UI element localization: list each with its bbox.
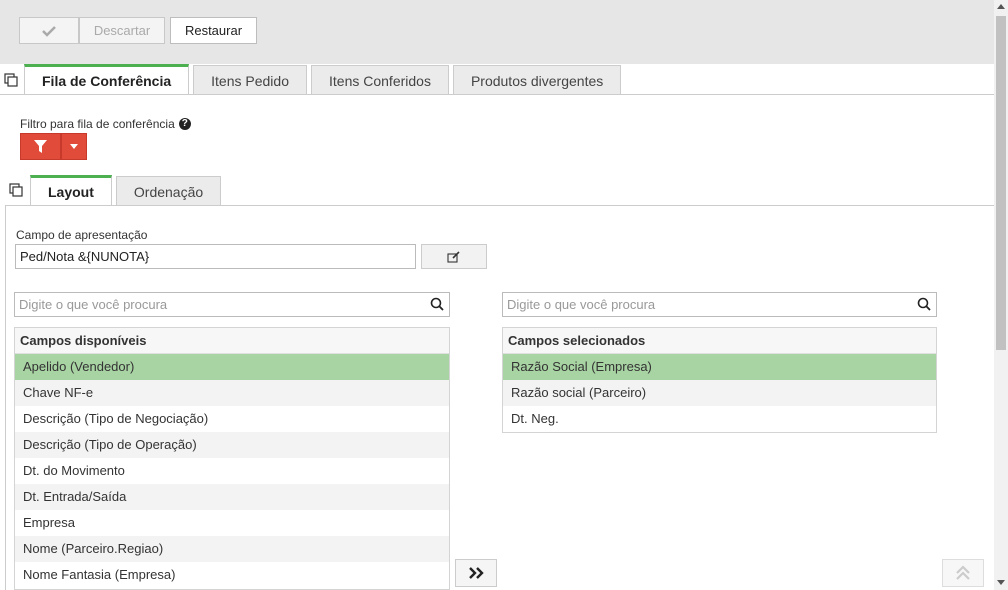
sub-tabs: Layout Ordenação (30, 175, 225, 206)
tab-layout[interactable]: Layout (30, 175, 112, 206)
list-item[interactable]: Chave NF-e (15, 380, 449, 406)
search-icon[interactable] (917, 297, 931, 311)
check-icon (42, 25, 56, 37)
available-fields-list: Campos disponíveis Apelido (Vendedor) Ch… (14, 327, 450, 590)
edit-icon (447, 250, 460, 263)
list-item[interactable]: Nome Fantasia (Empresa) (15, 562, 449, 588)
move-all-right-button[interactable] (455, 559, 497, 587)
tab-produtos-divergentes[interactable]: Produtos divergentes (452, 65, 622, 95)
tab-ordenacao[interactable]: Ordenação (115, 176, 222, 206)
confirm-button[interactable] (19, 17, 79, 44)
copy-icon[interactable] (4, 73, 18, 87)
caret-down-icon (70, 144, 78, 149)
main-tabs: Fila de Conferência Itens Pedido Itens C… (24, 64, 625, 95)
selected-search-input[interactable] (503, 293, 916, 316)
toolbar: Descartar Restaurar (0, 0, 994, 64)
selected-fields-list: Campos selecionados Razão Social (Empres… (502, 327, 937, 433)
scrollbar[interactable] (994, 0, 1008, 590)
edit-presentation-button[interactable] (421, 244, 487, 269)
subtab-divider (5, 205, 994, 206)
available-fields-header: Campos disponíveis (15, 328, 449, 354)
scroll-down-arrow-icon[interactable] (997, 580, 1005, 585)
tab-divider (0, 94, 994, 95)
help-icon[interactable]: ? (178, 118, 191, 130)
list-item[interactable]: Apelido (Vendedor) (15, 354, 449, 380)
selected-search (502, 292, 937, 317)
discard-button[interactable]: Descartar (79, 17, 165, 44)
list-item[interactable]: Nome (Parceiro.Regiao) (15, 536, 449, 562)
list-item[interactable]: Empresa (15, 510, 449, 536)
presentation-field-label: Campo de apresentação (16, 228, 148, 242)
filter-label-text: Filtro para fila de conferência (20, 117, 175, 131)
list-item[interactable]: Dt. Neg. (503, 406, 936, 432)
double-chevron-right-icon (469, 567, 484, 579)
list-item[interactable]: Razão Social (Empresa) (503, 354, 936, 380)
restore-button[interactable]: Restaurar (170, 17, 257, 44)
scroll-top-button[interactable] (942, 559, 984, 587)
tab-itens-pedido[interactable]: Itens Pedido (193, 65, 307, 95)
search-icon[interactable] (430, 297, 444, 311)
selected-fields-header: Campos selecionados (503, 328, 936, 354)
list-item[interactable]: Descrição (Tipo de Operação) (15, 432, 449, 458)
copy-icon[interactable] (9, 183, 23, 197)
double-chevron-up-icon (956, 565, 970, 580)
panel-border (5, 205, 6, 590)
list-item[interactable]: Razão social (Parceiro) (503, 380, 936, 406)
scroll-up-arrow-icon[interactable] (997, 4, 1005, 9)
scrollbar-thumb[interactable] (996, 16, 1006, 350)
funnel-icon (34, 140, 47, 153)
available-search (14, 292, 450, 317)
tab-fila-conferencia[interactable]: Fila de Conferência (24, 64, 190, 95)
filter-dropdown-button[interactable] (61, 133, 87, 160)
tab-itens-conferidos[interactable]: Itens Conferidos (311, 65, 449, 95)
list-item[interactable]: Dt. Entrada/Saída (15, 484, 449, 510)
presentation-field-input[interactable]: Ped/Nota &{NUNOTA} (15, 244, 416, 269)
list-item[interactable]: Dt. do Movimento (15, 458, 449, 484)
filter-label: Filtro para fila de conferência ? (20, 117, 191, 131)
list-item[interactable]: Descrição (Tipo de Negociação) (15, 406, 449, 432)
available-search-input[interactable] (15, 293, 429, 316)
filter-button[interactable] (20, 133, 61, 160)
